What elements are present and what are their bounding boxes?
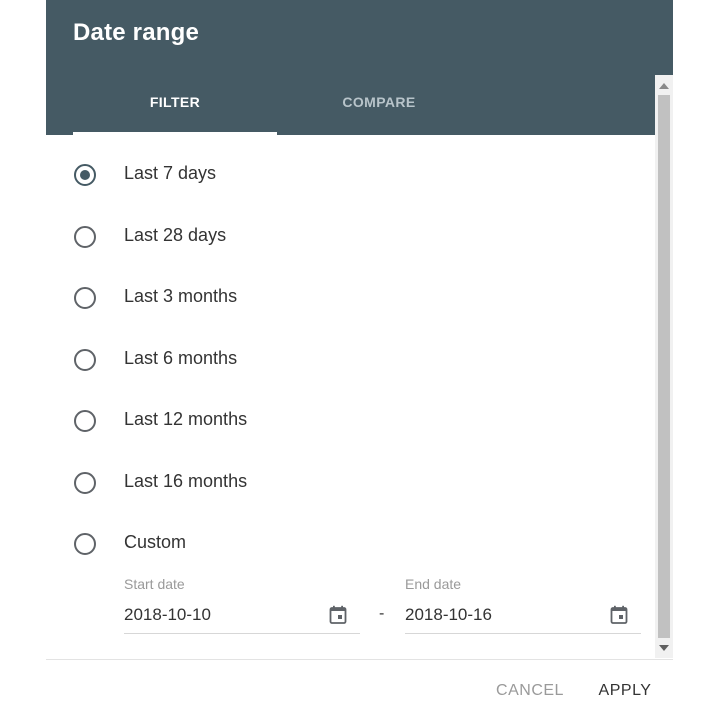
start-date-underline xyxy=(124,633,360,634)
start-date-value[interactable]: 2018-10-10 xyxy=(124,605,211,625)
option-last-3-months[interactable]: Last 3 months xyxy=(74,280,594,320)
calendar-icon[interactable] xyxy=(610,605,628,625)
dialog-header: Date range FILTER COMPARE xyxy=(46,0,673,135)
tab-compare-label: COMPARE xyxy=(342,94,416,110)
end-date-value[interactable]: 2018-10-16 xyxy=(405,605,492,625)
option-label: Last 7 days xyxy=(124,163,217,183)
option-label: Last 28 days xyxy=(124,225,227,245)
radio-unchecked-icon[interactable] xyxy=(74,226,96,248)
start-date-field[interactable]: Start date 2018-10-10 xyxy=(124,574,360,636)
end-date-label: End date xyxy=(405,576,462,592)
apply-button[interactable]: APPLY xyxy=(595,682,655,706)
option-custom[interactable]: Custom xyxy=(74,526,594,566)
page: Date range FILTER COMPARE Last 7 days La… xyxy=(0,0,720,720)
calendar-icon[interactable] xyxy=(329,605,347,625)
radio-unchecked-icon[interactable] xyxy=(74,410,96,432)
end-date-underline xyxy=(405,633,641,634)
end-date-field[interactable]: End date 2018-10-16 xyxy=(405,574,641,636)
radio-unchecked-icon[interactable] xyxy=(74,533,96,555)
chevron-down-icon[interactable] xyxy=(659,645,669,651)
radio-unchecked-icon[interactable] xyxy=(74,472,96,494)
option-last-6-months[interactable]: Last 6 months xyxy=(74,342,594,382)
date-range-dialog: Date range FILTER COMPARE Last 7 days La… xyxy=(46,0,673,720)
option-label: Last 16 months xyxy=(124,471,248,491)
radio-unchecked-icon[interactable] xyxy=(74,287,96,309)
dialog-title: Date range xyxy=(73,19,200,46)
chevron-up-icon[interactable] xyxy=(659,83,669,89)
start-date-label: Start date xyxy=(124,576,185,592)
tab-filter-label: FILTER xyxy=(149,94,201,110)
option-last-28-days[interactable]: Last 28 days xyxy=(74,219,594,259)
option-label: Custom xyxy=(124,532,187,552)
option-label: Last 12 months xyxy=(124,409,248,429)
tab-compare[interactable]: COMPARE xyxy=(277,94,481,135)
radio-checked-icon[interactable] xyxy=(74,164,96,186)
dialog-content: Last 7 days Last 28 days Last 3 months L… xyxy=(46,135,655,658)
option-last-12-months[interactable]: Last 12 months xyxy=(74,403,594,443)
option-label: Last 3 months xyxy=(124,286,238,306)
radio-dot xyxy=(80,170,90,180)
cancel-button[interactable]: CANCEL xyxy=(492,682,568,706)
option-last-16-months[interactable]: Last 16 months xyxy=(74,465,594,505)
tab-filter[interactable]: FILTER xyxy=(73,94,277,135)
content-scrollbar[interactable] xyxy=(655,75,673,658)
date-range-separator: - xyxy=(379,605,385,622)
scrollbar-thumb[interactable] xyxy=(658,95,670,638)
option-label: Last 6 months xyxy=(124,348,238,368)
option-last-7-days[interactable]: Last 7 days xyxy=(74,157,594,197)
radio-unchecked-icon[interactable] xyxy=(74,349,96,371)
footer-divider xyxy=(46,659,673,660)
